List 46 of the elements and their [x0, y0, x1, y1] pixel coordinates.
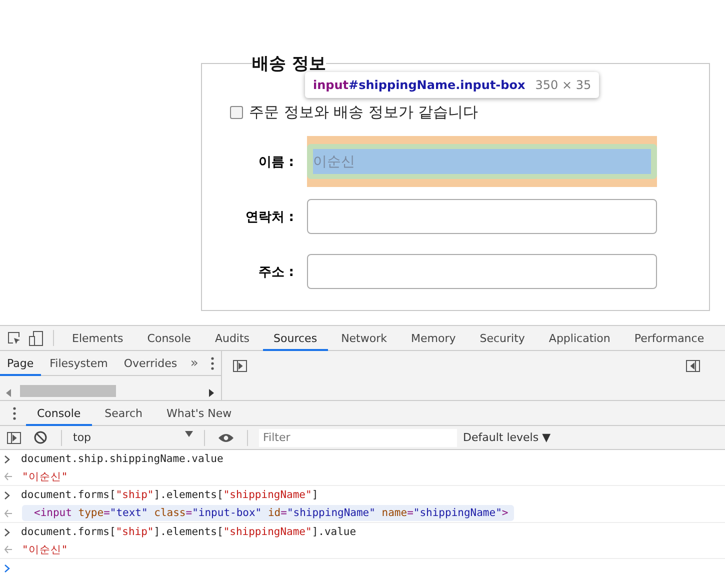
element-result[interactable]: <input type="text" class="input-box" id="shippingName" name="shippingName">: [22, 505, 514, 521]
navigator-tab[interactable]: Page: [0, 350, 41, 376]
input-field[interactable]: [307, 199, 657, 234]
levels-dropdown[interactable]: Default levels ▼: [463, 431, 551, 444]
devtools-tab[interactable]: Application: [538, 326, 622, 350]
element-tooltip: input#shippingName.input-box 350 × 35: [305, 72, 600, 98]
more-tabs-button[interactable]: »: [186, 353, 203, 373]
result-arrow-icon: [4, 545, 12, 554]
console-result: "이순신": [22, 470, 68, 484]
console-command: document.forms["ship"].elements["shippingName"]: [21, 489, 318, 501]
section-title: 배송 정보: [252, 53, 326, 75]
drawer-tab[interactable]: Search: [94, 400, 154, 426]
prompt-icon: [4, 490, 11, 500]
caret-icon: [185, 431, 193, 437]
prompt-icon: [4, 528, 11, 536]
devtools-tab[interactable]: Security: [468, 326, 536, 350]
devtools-tab[interactable]: Sources: [262, 326, 328, 350]
devtools-tab[interactable]: Performance: [623, 326, 716, 350]
console-command: document.ship.shippingName.value: [21, 453, 224, 465]
scrollbar-thumb[interactable]: [20, 385, 116, 397]
filter-field[interactable]: Filter: [259, 428, 457, 446]
field-label: 연락처 :: [244, 208, 294, 226]
devtools-tab[interactable]: Audits: [204, 326, 261, 350]
prompt-icon: [4, 454, 11, 464]
drawer-tab[interactable]: What's New: [155, 400, 243, 426]
device-icon[interactable]: [26, 328, 46, 348]
result-arrow-icon: [4, 508, 12, 518]
scroll-right-icon[interactable]: [209, 389, 215, 397]
context-select[interactable]: top: [73, 431, 193, 444]
navigator-tab[interactable]: Overrides: [116, 350, 184, 376]
field-label: 주소 :: [257, 264, 294, 280]
devtools-tab[interactable]: Elements: [61, 326, 134, 350]
checkbox[interactable]: [230, 106, 243, 119]
drawer-tab[interactable]: Console: [26, 400, 92, 426]
console-result: "이순신": [22, 542, 68, 556]
input-field[interactable]: [307, 254, 657, 289]
devtools-tab[interactable]: Network: [330, 326, 398, 350]
checkbox-label: 주문 정보와 배송 정보가 같습니다: [249, 103, 478, 122]
devtools-tab[interactable]: Console: [136, 326, 202, 350]
scroll-left-icon[interactable]: [6, 389, 12, 397]
prompt-icon: [4, 564, 11, 572]
result-arrow-icon: [4, 472, 12, 481]
console-command: document.forms["ship"].elements["shippingName"].value: [21, 526, 356, 538]
navigator-tab[interactable]: Filesystem: [42, 350, 115, 376]
devtools-tab[interactable]: Memory: [400, 326, 467, 350]
field-label: 이름 :: [257, 154, 294, 170]
